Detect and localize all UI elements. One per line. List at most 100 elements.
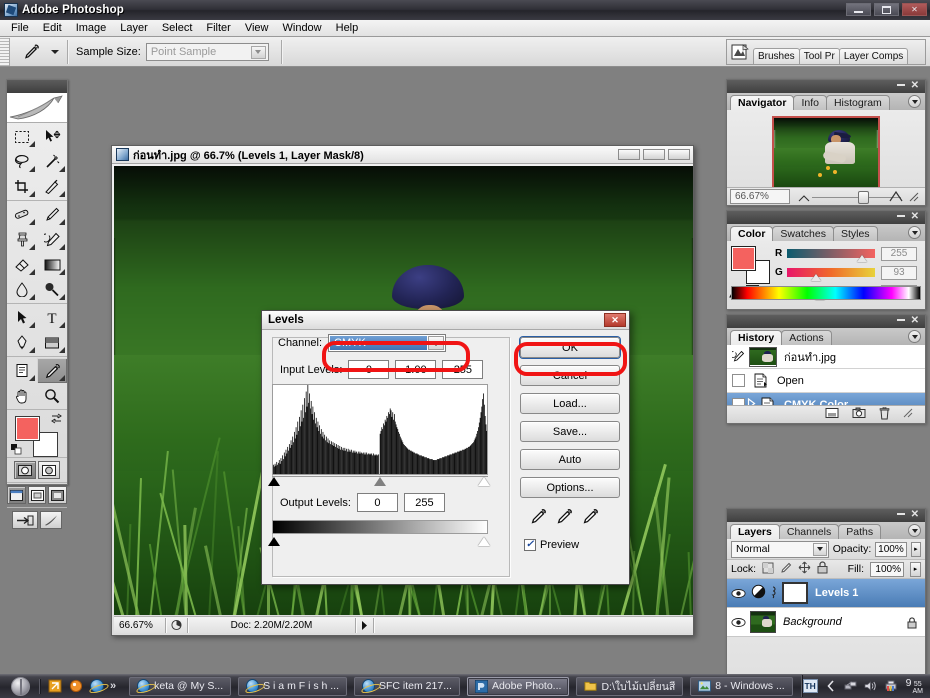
navigator-palette-grip[interactable]: ✕ [727,80,925,93]
standard-mode-button[interactable] [14,461,36,479]
start-button[interactable] [0,675,40,697]
layers-minimize-icon[interactable] [897,513,905,515]
preview-checkbox-row[interactable]: ✓ Preview [524,539,622,551]
value-r[interactable]: 255 [881,246,917,261]
set-white-point-eyedropper[interactable] [582,508,599,528]
input-white-slider-handle[interactable] [478,477,490,486]
tab-paths[interactable]: Paths [838,524,882,539]
slider-g[interactable] [787,268,875,281]
delete-state-icon[interactable] [879,406,890,423]
input-white-field[interactable]: 255 [442,360,484,379]
notes-tool[interactable] [7,358,37,383]
taskbar-button-siamfish[interactable]: S i a m F i s h ... [238,676,347,696]
hand-tool[interactable] [7,383,37,408]
channel-select[interactable]: CMYK [328,334,447,352]
eraser-tool[interactable] [7,252,37,277]
swap-colors-icon[interactable] [51,413,62,427]
tab-styles[interactable]: Styles [832,226,878,241]
layers-menu-icon[interactable] [908,524,921,537]
color-minimize-icon[interactable] [897,215,905,217]
menu-window[interactable]: Window [276,21,329,35]
close-button[interactable]: ✕ [902,3,927,16]
tab-histogram[interactable]: Histogram [825,95,890,110]
full-screen-mode-button[interactable] [48,486,68,504]
tab-channels[interactable]: Channels [778,524,840,539]
output-levels-slider[interactable] [268,536,490,549]
taskbar-clock[interactable]: 9 55 AM [906,677,923,695]
menu-file[interactable]: File [4,21,36,35]
cancel-button[interactable]: Cancel [520,365,620,386]
navigator-resize-grip[interactable] [909,192,919,205]
gradient-tool[interactable] [37,252,67,277]
navigator-zoom-slider[interactable] [796,190,919,204]
tab-info[interactable]: Info [793,95,827,110]
auto-button[interactable]: Auto [520,449,620,470]
palette-well-tab-tool-presets[interactable]: Tool Pr [798,48,840,64]
tab-history[interactable]: History [730,330,783,345]
new-document-from-state-icon[interactable] [825,407,839,422]
jump-to-imageready-button[interactable] [12,511,38,529]
navigator-close-icon[interactable]: ✕ [911,81,919,91]
set-black-point-eyedropper[interactable] [530,508,547,528]
history-minimize-icon[interactable] [897,319,905,321]
maximize-button[interactable] [874,3,899,16]
input-gamma-field[interactable]: 1.00 [395,360,437,379]
color-palette-grip[interactable]: ✕ [727,211,925,224]
fill-stepper[interactable]: ▸ [910,561,921,577]
document-minimize-button[interactable] [618,149,640,160]
internet-explorer-icon[interactable] [89,679,104,694]
magic-wand-tool[interactable] [37,149,67,174]
taskbar-button-sfc[interactable]: SFC item 217... [354,676,460,696]
layer-thumbnail-background[interactable] [750,611,776,633]
palette-well-tab-brushes[interactable]: Brushes [753,48,800,64]
path-selection-tool[interactable] [7,305,37,330]
tool-preset-caret-icon[interactable] [51,49,59,54]
color-foreground-swatch[interactable] [731,246,756,271]
fill-value[interactable]: 100% [870,561,904,577]
navigator-thumbnail[interactable] [772,116,880,192]
network-icon[interactable] [844,679,858,693]
layers-palette-grip[interactable]: ✕ [727,509,925,522]
move-tool[interactable] [37,124,67,149]
chevron-down-icon[interactable] [812,542,827,556]
ok-button[interactable]: OK [520,337,620,358]
menu-image[interactable]: Image [69,21,114,35]
layers-close-icon[interactable]: ✕ [911,510,919,520]
menu-edit[interactable]: Edit [36,21,69,35]
eyedropper-tool-button[interactable] [37,358,67,383]
color-menu-icon[interactable] [908,226,921,239]
history-state-row-open[interactable]: Open [727,369,925,393]
input-levels-slider[interactable] [268,476,490,489]
menu-layer[interactable]: Layer [113,21,155,35]
tab-swatches[interactable]: Swatches [772,226,834,241]
value-g[interactable]: 93 [881,265,917,280]
tab-actions[interactable]: Actions [781,330,832,345]
foreground-color-swatch[interactable] [15,416,40,441]
rectangle-shape-tool[interactable] [37,330,67,355]
new-snapshot-icon[interactable] [852,407,866,422]
levels-dialog-title-bar[interactable]: Levels ✕ [262,311,629,330]
history-brush-tool[interactable] [37,227,67,252]
quick-mask-mode-button[interactable] [38,461,60,479]
quick-launch-icon-1[interactable] [47,679,62,694]
navigator-zoom-field[interactable]: 66.67% [730,189,790,204]
history-close-icon[interactable]: ✕ [911,316,919,326]
status-menu-arrow-icon[interactable] [356,617,374,633]
opacity-stepper[interactable]: ▸ [910,541,921,557]
opacity-value[interactable]: 100% [875,541,907,557]
color-spectrum-ramp[interactable] [731,286,921,300]
standard-screen-mode-button[interactable] [7,486,26,504]
history-menu-icon[interactable] [908,330,921,343]
color-close-icon[interactable]: ✕ [911,212,919,222]
document-maximize-button[interactable] [643,149,665,160]
sample-size-select[interactable]: Point Sample [145,42,269,61]
history-palette-grip[interactable]: ✕ [727,315,925,328]
layer-mask-thumbnail-levels-1[interactable] [782,582,808,604]
tab-layers[interactable]: Layers [730,524,780,539]
input-gamma-slider-handle[interactable] [374,477,386,486]
printer-icon[interactable] [884,679,898,693]
full-screen-menubar-mode-button[interactable] [27,486,47,504]
navigator-minimize-icon[interactable] [897,84,905,86]
taskbar-button-keta[interactable]: keta @ My S... [129,676,232,696]
slider-r[interactable] [787,249,875,262]
